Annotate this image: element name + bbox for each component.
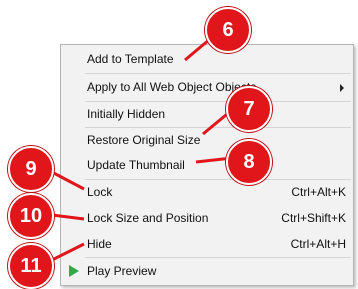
menu-item-add-to-template[interactable]: Add to Template (62, 46, 352, 72)
play-icon (69, 265, 79, 277)
menu-item-label: Play Preview (87, 264, 157, 278)
callout-badge-7: 7 (226, 86, 272, 132)
callout-badge-8: 8 (226, 139, 272, 185)
menu-item-label: Update Thumbnail (87, 158, 185, 172)
menu-item-initially-hidden[interactable]: Initially Hidden (62, 101, 352, 127)
menu-item-update-thumbnail[interactable]: Update Thumbnail (62, 152, 352, 178)
context-menu: Add to Template Apply to All Web Object … (60, 44, 354, 286)
chevron-right-icon (340, 84, 344, 92)
menu-item-label: Hide (87, 237, 112, 251)
menu-item-shortcut: Ctrl+Shift+K (281, 211, 346, 225)
menu-item-lock-size-and-position[interactable]: Lock Size and Position Ctrl+Shift+K (62, 205, 352, 231)
menu-item-label: Lock (87, 185, 113, 199)
menu-item-lock[interactable]: Lock Ctrl+Alt+K (62, 179, 352, 205)
menu-item-label: Add to Template (87, 52, 174, 66)
menu-item-label: Restore Original Size (87, 133, 201, 147)
menu-item-shortcut: Ctrl+Alt+H (290, 237, 346, 251)
menu-item-label: Initially Hidden (87, 107, 166, 121)
callout-badge-6: 6 (205, 7, 251, 53)
menu-item-apply-to-all[interactable]: Apply to All Web Object Objects (62, 74, 352, 100)
menu-item-play-preview[interactable]: Play Preview (62, 258, 352, 284)
callout-badge-9: 9 (8, 146, 54, 192)
stage: Add to Template Apply to All Web Object … (0, 0, 358, 289)
callout-badge-11: 11 (8, 243, 54, 289)
menu-item-restore-original-size[interactable]: Restore Original Size (62, 127, 352, 153)
menu-item-shortcut: Ctrl+Alt+K (291, 185, 346, 199)
menu-item-hide[interactable]: Hide Ctrl+Alt+H (62, 231, 352, 257)
callout-badge-10: 10 (8, 193, 54, 239)
menu-item-label: Lock Size and Position (87, 211, 209, 225)
